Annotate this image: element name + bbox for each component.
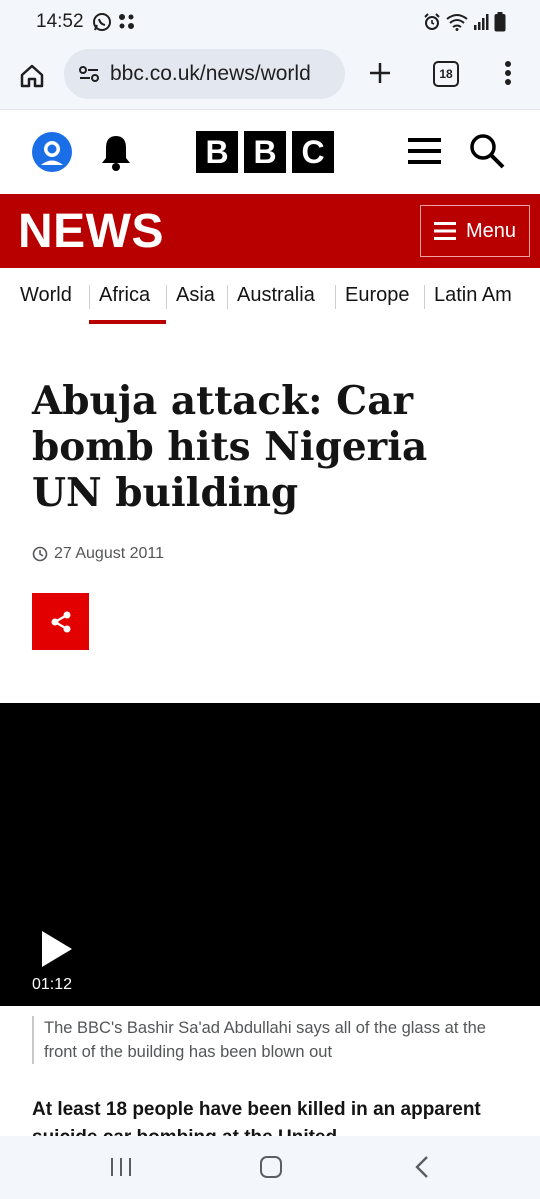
bbc-logo[interactable]: B B C xyxy=(196,131,334,173)
tab-count: 18 xyxy=(439,67,453,81)
status-left-icons xyxy=(92,12,136,32)
bbc-logo-block: B xyxy=(196,131,238,173)
video-player[interactable]: 01:12 xyxy=(0,703,540,1006)
alarm-icon xyxy=(424,13,440,30)
search-button[interactable] xyxy=(469,133,505,169)
status-time: 14:52 xyxy=(36,11,84,32)
share-icon xyxy=(51,611,70,632)
bell-icon xyxy=(102,136,130,171)
news-menu-button[interactable]: Menu xyxy=(420,205,530,257)
account-icon xyxy=(32,132,72,172)
url-text[interactable]: bbc.co.uk/news/world xyxy=(110,62,311,86)
share-button[interactable] xyxy=(32,593,89,650)
nav-separator xyxy=(227,285,228,309)
bbc-logo-block: B xyxy=(244,131,286,173)
account-button[interactable] xyxy=(32,132,72,172)
hamburger-icon xyxy=(408,138,441,164)
new-tab-button[interactable] xyxy=(364,57,396,89)
nav-item-latin-america[interactable]: Latin Am xyxy=(434,284,512,307)
back-icon[interactable] xyxy=(414,1155,430,1179)
whatsapp-icon xyxy=(93,13,111,31)
home-button[interactable] xyxy=(14,58,50,94)
bbc-logo-block: C xyxy=(292,131,334,173)
plus-icon xyxy=(370,63,390,83)
browser-toolbar: bbc.co.uk/news/world 18 xyxy=(0,44,540,110)
video-duration: 01:12 xyxy=(32,976,73,993)
clock-icon xyxy=(32,546,48,562)
dots-grid-icon xyxy=(119,14,134,29)
recent-apps-icon[interactable] xyxy=(110,1157,132,1177)
nav-active-indicator xyxy=(89,320,166,324)
more-options-button[interactable] xyxy=(494,57,522,89)
video-caption: The BBC's Bashir Sa'ad Abdullahi says al… xyxy=(32,1016,512,1064)
more-vert-icon xyxy=(505,61,511,85)
nav-item-africa[interactable]: Africa xyxy=(99,284,150,307)
article-date-text: 27 August 2011 xyxy=(54,545,165,562)
signal-icon xyxy=(474,14,489,30)
nav-item-world[interactable]: World xyxy=(20,284,72,307)
main-menu-button[interactable] xyxy=(408,135,441,167)
news-wordmark[interactable]: NEWS xyxy=(18,204,164,259)
home-nav-icon[interactable] xyxy=(260,1156,282,1178)
nav-separator xyxy=(335,285,336,309)
play-icon[interactable] xyxy=(40,929,74,969)
section-nav: World Africa Asia Australia Europe Latin… xyxy=(0,268,540,328)
battery-icon xyxy=(494,12,506,32)
article-headline: Abuja attack: Car bomb hits Nigeria UN b… xyxy=(32,378,428,516)
news-menu-label: Menu xyxy=(465,219,517,242)
nav-item-asia[interactable]: Asia xyxy=(176,284,215,307)
tab-switcher-button[interactable]: 18 xyxy=(433,61,459,87)
nav-item-europe[interactable]: Europe xyxy=(345,284,410,307)
system-navigation-bar xyxy=(0,1136,540,1199)
address-bar[interactable]: bbc.co.uk/news/world xyxy=(64,49,345,99)
site-settings-icon[interactable] xyxy=(78,64,100,84)
home-icon xyxy=(20,64,44,88)
notifications-button[interactable] xyxy=(98,132,134,172)
wifi-icon xyxy=(446,14,468,31)
nav-separator xyxy=(166,285,167,309)
nav-item-australia[interactable]: Australia xyxy=(237,284,315,307)
status-right-icons xyxy=(423,12,506,32)
article-date: 27 August 2011 xyxy=(32,545,164,563)
bbc-header: B B C xyxy=(0,111,540,194)
search-icon xyxy=(470,134,505,169)
status-bar: 14:52 xyxy=(0,0,540,44)
news-band: NEWS Menu xyxy=(0,194,540,268)
nav-separator xyxy=(89,285,90,309)
hamburger-icon xyxy=(433,222,456,240)
nav-separator xyxy=(424,285,425,309)
